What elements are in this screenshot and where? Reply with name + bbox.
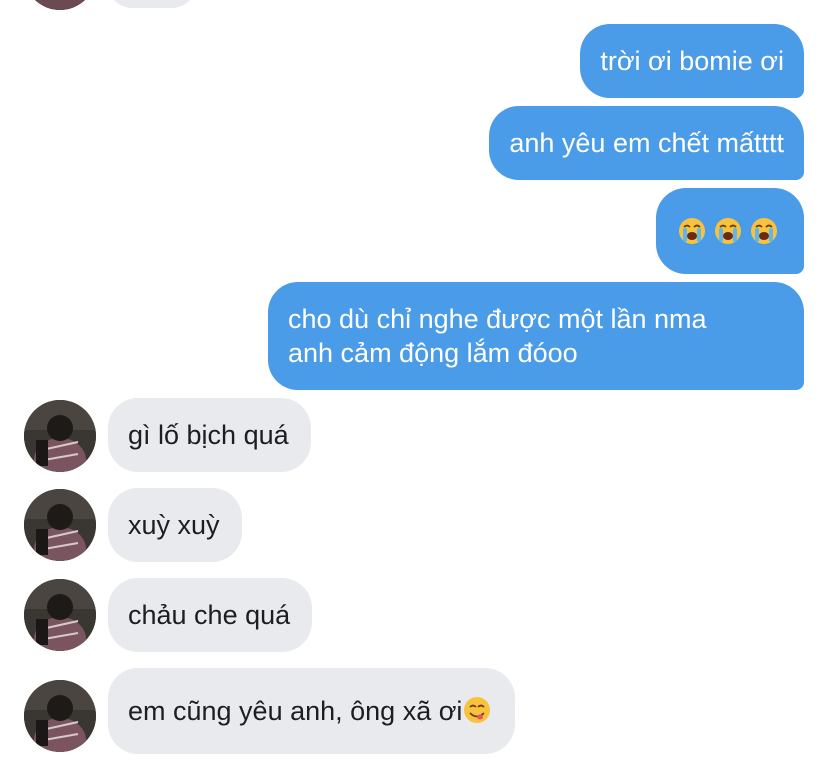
message-bubble-incoming[interactable]: em cũng yêu anh, ông xã ơi	[108, 668, 516, 754]
message-text: em cũng yêu anh, ông xã ơi	[128, 696, 463, 726]
message-bubble-incoming[interactable]: xuỳ xuỳ	[108, 488, 242, 562]
message-text: trời ơi bomie ơi	[600, 46, 784, 76]
face-savoring-food-icon	[464, 697, 491, 723]
message-text: gì lố bịch quá	[128, 420, 289, 450]
message-text-line: anh cảm động lắm đóoo	[288, 338, 578, 368]
message-bubble-outgoing[interactable]: anh yêu em chết mấtttt	[489, 106, 804, 180]
contact-avatar[interactable]	[24, 400, 96, 472]
message-text: xuỳ xuỳ	[128, 510, 220, 540]
message-text: anh yêu em chết mấtttt	[509, 128, 784, 158]
message-bubble-incoming-partial[interactable]	[108, 0, 196, 8]
message-text-line: cho dù chỉ nghe được một lần nma	[288, 304, 707, 334]
loudly-crying-face-icon	[679, 218, 705, 244]
message-bubble-incoming[interactable]: gì lố bịch quá	[108, 398, 311, 472]
contact-avatar[interactable]	[24, 579, 96, 651]
message-bubble-incoming[interactable]: chảu che quá	[108, 578, 313, 652]
message-bubble-outgoing[interactable]: trời ơi bomie ơi	[580, 24, 804, 98]
message-text: chảu che quá	[128, 600, 291, 630]
contact-avatar[interactable]	[24, 0, 96, 10]
contact-avatar[interactable]	[24, 680, 96, 752]
message-bubble-outgoing[interactable]: cho dù chỉ nghe được một lần nma anh cảm…	[268, 282, 804, 390]
loudly-crying-face-icon	[715, 218, 741, 244]
message-bubble-outgoing-emoji[interactable]	[656, 188, 804, 274]
contact-avatar[interactable]	[24, 489, 96, 561]
loudly-crying-face-icon	[751, 218, 777, 244]
